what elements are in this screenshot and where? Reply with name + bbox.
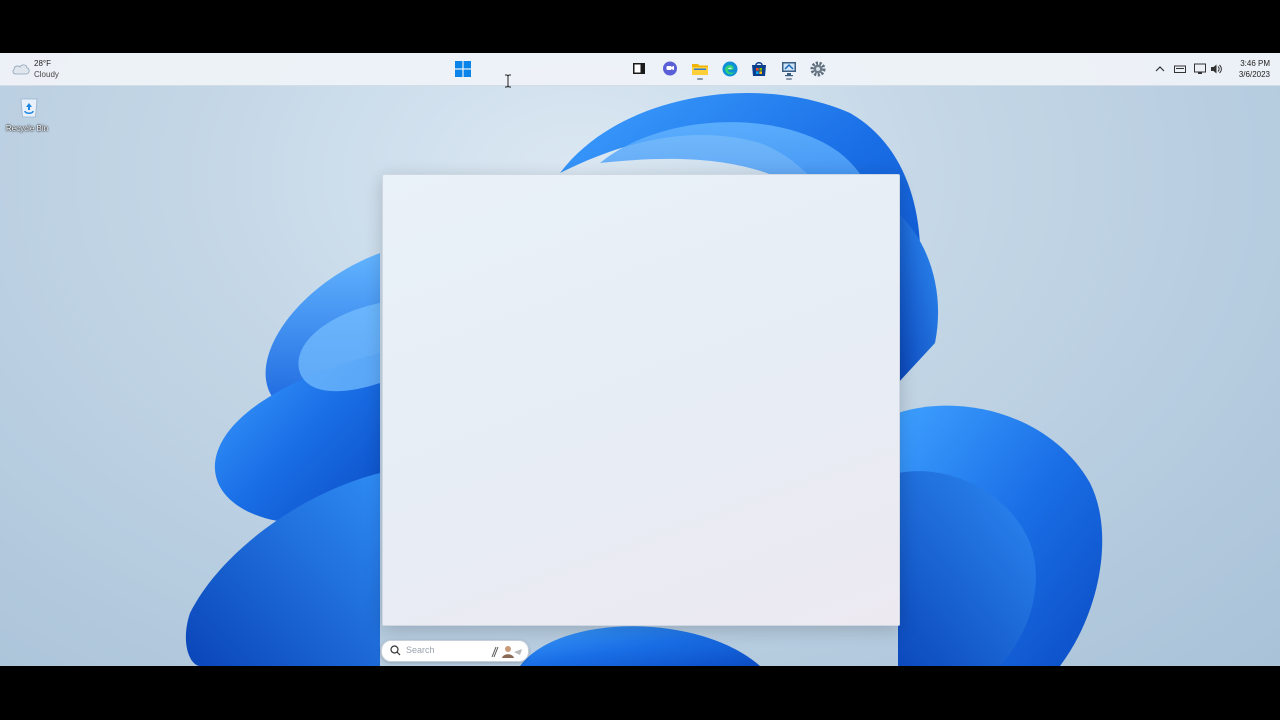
letterbox-bottom <box>0 666 1280 720</box>
task-view-button[interactable] <box>630 59 650 79</box>
remote-desktop-icon <box>782 62 796 77</box>
system-tray: 3:46 PM 3/6/2023 <box>1150 53 1280 85</box>
volume-icon[interactable] <box>1210 63 1222 75</box>
start-menu-panel <box>382 174 900 626</box>
recycle-bin-icon <box>20 98 38 118</box>
chat-icon <box>663 61 677 76</box>
file-explorer-button[interactable] <box>690 59 710 80</box>
gear-icon <box>810 61 826 77</box>
store-icon <box>752 62 766 76</box>
recycle-bin-shortcut[interactable]: Recycle Bin <box>4 93 48 135</box>
chat-button[interactable] <box>660 59 680 79</box>
running-indicator <box>697 78 703 80</box>
edge-icon <box>722 61 738 77</box>
search-icon <box>390 645 401 656</box>
search-box[interactable] <box>381 640 529 662</box>
clock-date: 3/6/2023 <box>1238 70 1270 79</box>
network-icon[interactable] <box>1194 63 1206 75</box>
start-button[interactable] <box>453 59 473 79</box>
folder-icon <box>692 64 708 75</box>
weather-condition: Cloudy <box>34 70 59 79</box>
running-indicator <box>786 78 792 80</box>
store-button[interactable] <box>749 59 769 79</box>
clock[interactable]: 3:46 PM 3/6/2023 <box>1239 58 1270 80</box>
weather-temperature: 28°F <box>34 59 51 68</box>
search-input[interactable] <box>406 643 488 657</box>
letterbox-top <box>0 0 1280 53</box>
chevron-up-icon[interactable] <box>1154 63 1166 75</box>
cloud-icon <box>12 64 30 75</box>
edge-button[interactable] <box>720 59 740 79</box>
weather-widget[interactable]: 28°F Cloudy <box>12 59 72 81</box>
remote-desktop-button[interactable] <box>779 59 799 80</box>
clock-time: 3:46 PM <box>1240 59 1270 68</box>
task-view-icon <box>633 63 645 74</box>
windows-logo-icon <box>455 61 471 77</box>
settings-button[interactable] <box>808 59 828 79</box>
taskbar: 28°F Cloudy 3:46 PM 3/6/2023 <box>0 53 1280 86</box>
keyboard-icon[interactable] <box>1174 63 1186 75</box>
recycle-bin-label: Recycle Bin <box>5 124 49 133</box>
text-cursor-icon <box>505 74 511 88</box>
search-highlight-icon <box>491 646 522 658</box>
